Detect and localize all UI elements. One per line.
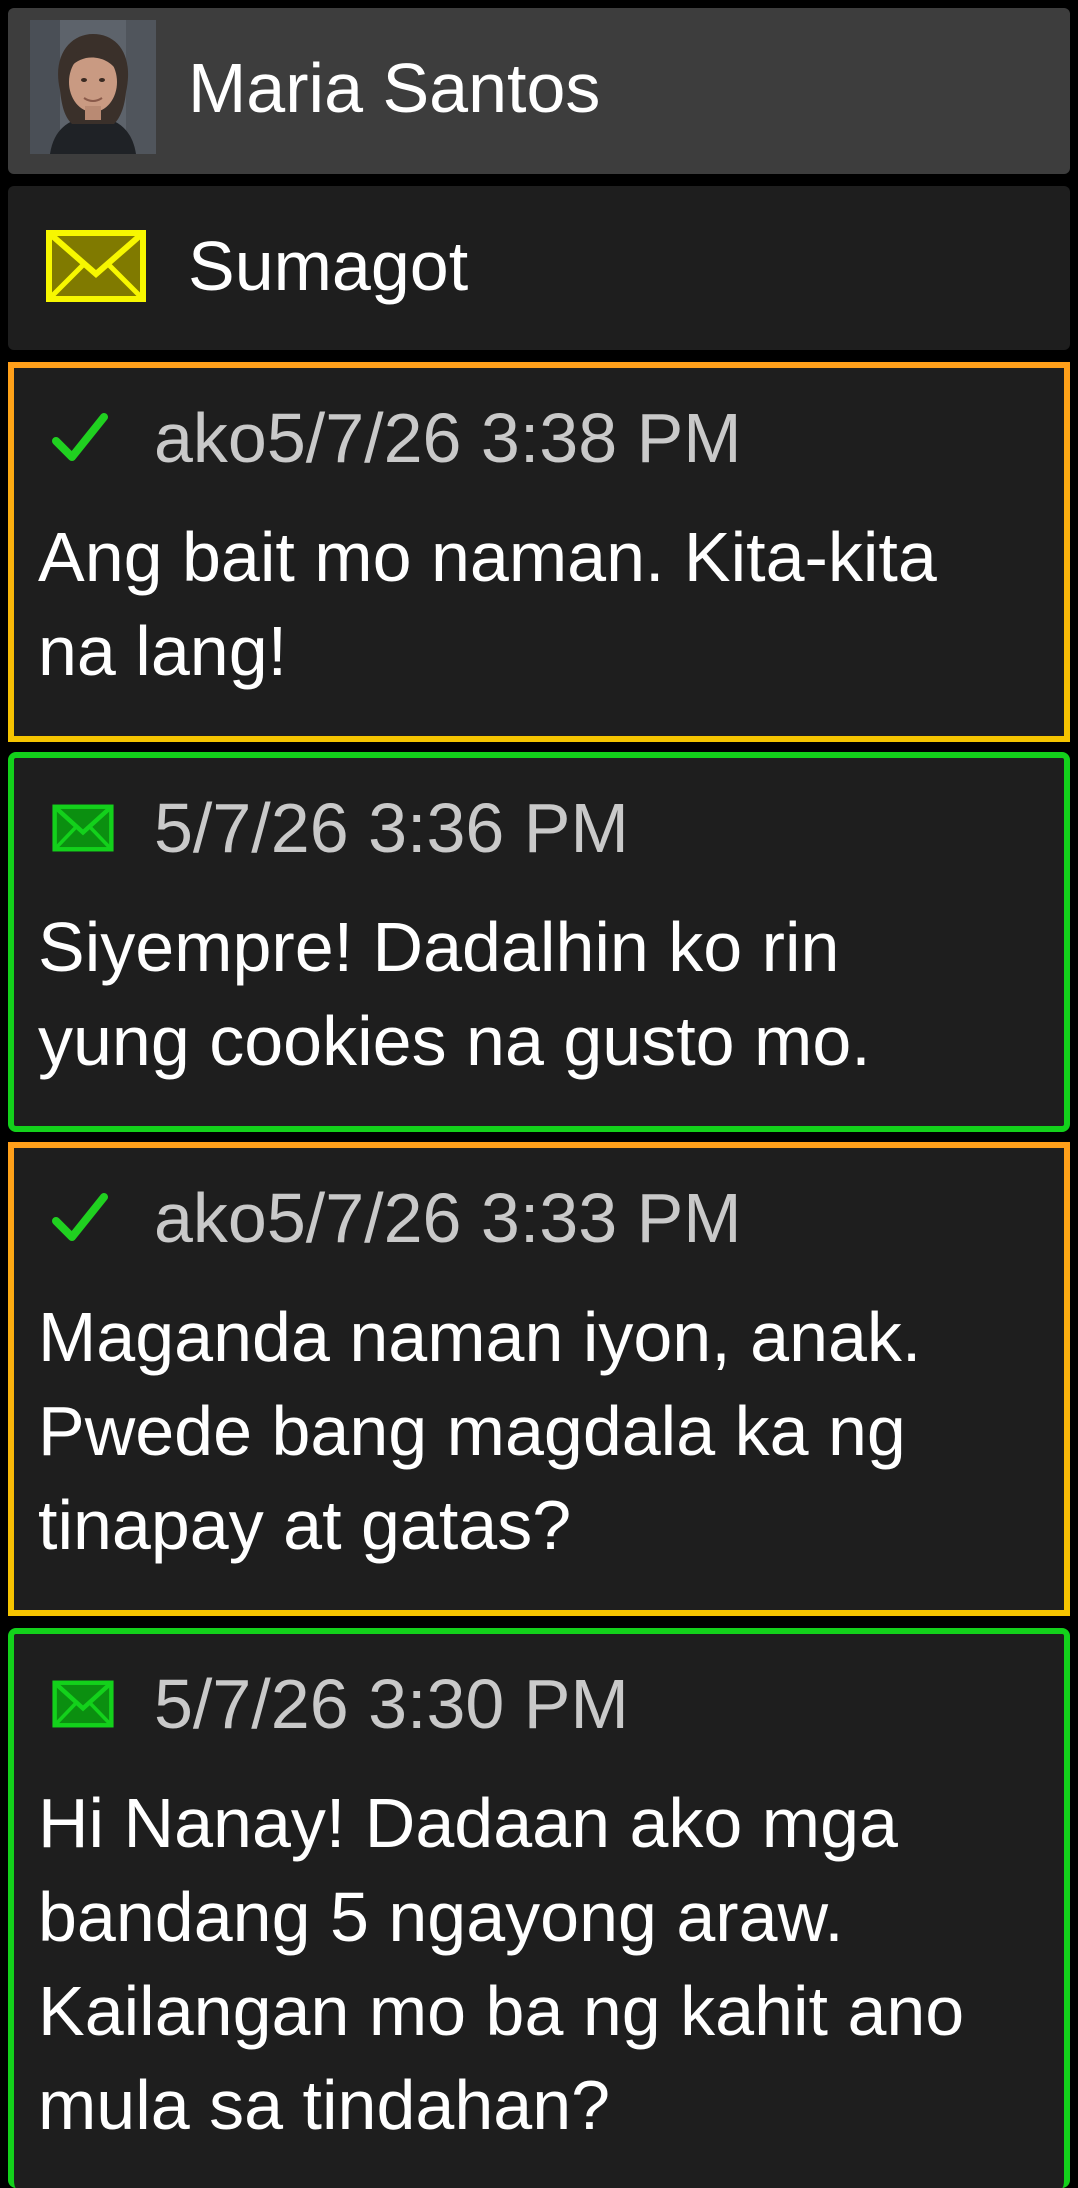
message-meta: ako5/7/26 3:33 PM — [154, 1179, 742, 1257]
message-text: Ang bait mo naman. Kita-kita na lang! — [38, 518, 937, 690]
check-icon — [52, 1193, 108, 1241]
message-item-sent[interactable]: ako5/7/26 3:33 PM Maganda naman iyon, an… — [8, 1142, 1070, 1616]
message-meta: 5/7/26 3:36 PM — [154, 789, 629, 867]
message-meta: 5/7/26 3:30 PM — [154, 1665, 629, 1743]
message-header: ako5/7/26 3:33 PM — [52, 1178, 742, 1258]
reply-button[interactable]: Sumagot — [8, 186, 1070, 350]
envelope-icon — [52, 804, 114, 852]
check-icon — [52, 413, 108, 461]
message-header: 5/7/26 3:30 PM — [52, 1664, 629, 1744]
contact-header[interactable]: Maria Santos — [8, 8, 1070, 174]
avatar[interactable] — [30, 20, 156, 154]
contact-name: Maria Santos — [188, 49, 601, 127]
message-meta: ako5/7/26 3:38 PM — [154, 399, 742, 477]
message-text: Siyempre! Dadalhin ko rin yung cookies n… — [38, 908, 871, 1080]
message-item-sent[interactable]: ako5/7/26 3:38 PM Ang bait mo naman. Kit… — [8, 362, 1070, 742]
person-photo-avatar-icon — [30, 20, 156, 154]
message-text: Hi Nanay! Dadaan ako mga bandang 5 ngayo… — [38, 1784, 965, 2144]
reply-label: Sumagot — [188, 227, 469, 305]
message-item-received[interactable]: 5/7/26 3:36 PM Siyempre! Dadalhin ko rin… — [8, 752, 1070, 1132]
message-text: Maganda naman iyon, anak. Pwede bang mag… — [38, 1298, 922, 1564]
envelope-icon — [52, 1680, 114, 1728]
message-header: 5/7/26 3:36 PM — [52, 788, 629, 868]
message-header: ako5/7/26 3:38 PM — [52, 398, 742, 478]
message-item-received[interactable]: 5/7/26 3:30 PM Hi Nanay! Dadaan ako mga … — [8, 1628, 1070, 2188]
envelope-icon — [46, 230, 146, 302]
